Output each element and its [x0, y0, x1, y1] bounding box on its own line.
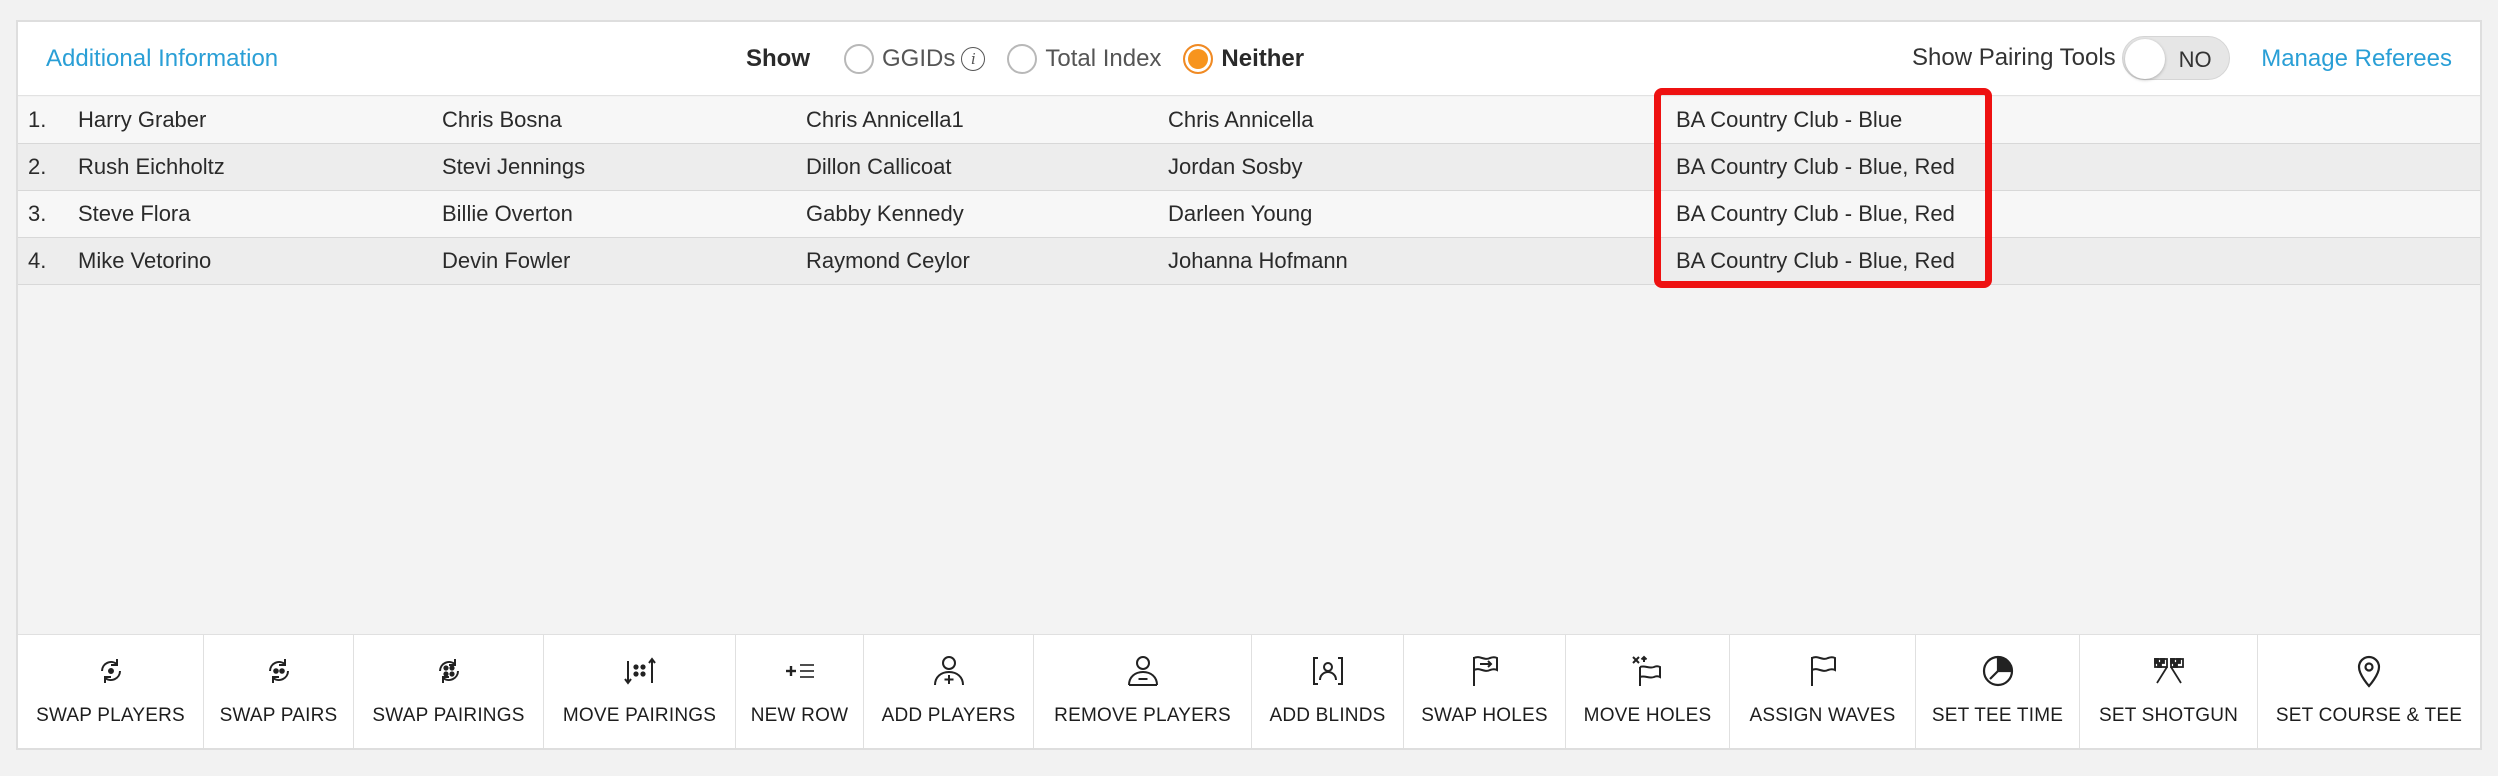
player-cell[interactable]: Harry Graber — [78, 107, 206, 133]
new-row-icon — [780, 651, 820, 691]
radio-ggids-circle[interactable] — [844, 44, 874, 74]
player-cell[interactable]: Rush Eichholtz — [78, 154, 225, 180]
tool-label: ASSIGN WAVES — [1749, 705, 1896, 726]
manage-referees-link[interactable]: Manage Referees — [2261, 45, 2452, 73]
tool-label: SWAP PLAYERS — [36, 705, 185, 726]
radio-neither-label: Neither — [1221, 45, 1305, 72]
set-tee-time-button[interactable]: SET TEE TIME — [1916, 635, 2080, 748]
swap-pairs-icon — [259, 651, 299, 691]
player-cell[interactable]: Johanna Hofmann — [1168, 248, 1348, 274]
move-holes-button[interactable]: MOVE HOLES — [1566, 635, 1730, 748]
player-cell[interactable]: Billie Overton — [442, 201, 573, 227]
pairing-tools-label: Show Pairing Tools — [1912, 44, 2116, 71]
radio-total-index-label: Total Index — [1045, 45, 1162, 72]
player-cell[interactable]: Jordan Sosby — [1168, 154, 1303, 180]
player-cell[interactable]: Chris Annicella1 — [806, 107, 964, 133]
table-row[interactable]: 1. Harry Graber Chris Bosna Chris Annice… — [18, 97, 2480, 144]
pairing-tools-toggle[interactable]: NO — [2121, 36, 2230, 80]
row-number: 2. — [28, 154, 47, 179]
show-options-group: Show GGIDs i Total Index Neither — [746, 42, 1326, 76]
move-pairings-icon — [620, 651, 660, 691]
tool-label: SWAP PAIRS — [219, 705, 338, 726]
player-cell[interactable]: Raymond Ceylor — [806, 248, 970, 274]
swap-pairings-button[interactable]: SWAP PAIRINGS — [354, 635, 544, 748]
move-pairings-button[interactable]: MOVE PAIRINGS — [544, 635, 736, 748]
swap-pairings-icon — [429, 651, 469, 691]
pairing-toolbar: SWAP PLAYERS SWAP PAIRS SWAP PAIRINGS MO… — [18, 634, 2480, 748]
pairings-topbar: Additional Information Show GGIDs i Tota… — [18, 22, 2480, 96]
row-number: 4. — [28, 248, 47, 273]
player-cell[interactable]: Chris Annicella — [1168, 107, 1314, 133]
remove-players-icon — [1123, 651, 1163, 691]
table-row[interactable]: 3. Steve Flora Billie Overton Gabby Kenn… — [18, 191, 2480, 238]
player-cell[interactable]: Devin Fowler — [442, 248, 570, 274]
radio-total-index[interactable]: Total Index — [1007, 44, 1161, 74]
tool-label: ADD PLAYERS — [881, 705, 1016, 726]
swap-players-icon — [91, 651, 131, 691]
info-icon[interactable]: i — [961, 47, 986, 71]
additional-information-link[interactable]: Additional Information — [46, 45, 278, 73]
course-cell: BA Country Club - Blue, Red — [1676, 248, 1955, 273]
player-cell[interactable]: Mike Vetorino — [78, 248, 211, 274]
pairing-tools-control: Show Pairing Tools NO — [1912, 36, 2230, 80]
course-cell: BA Country Club - Blue, Red — [1676, 201, 1955, 226]
tool-label: SET TEE TIME — [1931, 705, 2064, 726]
pairings-panel: Additional Information Show GGIDs i Tota… — [16, 20, 2482, 750]
tool-label: SET COURSE & TEE — [2275, 705, 2463, 726]
radio-neither[interactable]: Neither — [1183, 44, 1304, 74]
toggle-state-text: NO — [2178, 47, 2212, 72]
assign-waves-icon — [1803, 651, 1843, 691]
show-label: Show — [746, 45, 810, 72]
radio-ggids[interactable]: GGIDs i — [844, 44, 986, 74]
row-number: 1. — [28, 107, 47, 132]
swap-players-button[interactable]: SWAP PLAYERS — [18, 635, 204, 748]
tool-label: NEW ROW — [750, 705, 849, 726]
swap-pairs-button[interactable]: SWAP PAIRS — [204, 635, 354, 748]
set-shotgun-button[interactable]: SET SHOTGUN — [2080, 635, 2258, 748]
add-blinds-icon — [1308, 651, 1348, 691]
tool-label: MOVE HOLES — [1583, 705, 1712, 726]
set-tee-time-icon — [1978, 651, 2018, 691]
tool-label: MOVE PAIRINGS — [562, 705, 717, 726]
pairings-table: 1. Harry Graber Chris Bosna Chris Annice… — [18, 97, 2480, 285]
table-row[interactable]: 2. Rush Eichholtz Stevi Jennings Dillon … — [18, 144, 2480, 191]
assign-waves-button[interactable]: ASSIGN WAVES — [1730, 635, 1916, 748]
tool-label: SWAP PAIRINGS — [372, 705, 525, 726]
player-cell[interactable]: Stevi Jennings — [442, 154, 585, 180]
tool-label: ADD BLINDS — [1269, 705, 1386, 726]
tool-label: SWAP HOLES — [1421, 705, 1548, 726]
player-cell[interactable]: Dillon Callicoat — [806, 154, 952, 180]
add-players-button[interactable]: ADD PLAYERS — [864, 635, 1034, 748]
table-row[interactable]: 4. Mike Vetorino Devin Fowler Raymond Ce… — [18, 238, 2480, 285]
swap-holes-button[interactable]: SWAP HOLES — [1404, 635, 1566, 748]
player-cell[interactable]: Darleen Young — [1168, 201, 1312, 227]
set-course-tee-icon — [2349, 651, 2389, 691]
tool-label: SET SHOTGUN — [2098, 705, 2239, 726]
row-number: 3. — [28, 201, 47, 226]
tool-label: REMOVE PLAYERS — [1054, 705, 1231, 726]
radio-total-index-circle[interactable] — [1007, 44, 1038, 74]
course-cell: BA Country Club - Blue, Red — [1676, 154, 1955, 179]
radio-ggids-label: GGIDs — [882, 45, 956, 72]
player-cell[interactable]: Chris Bosna — [442, 107, 562, 133]
set-course-tee-button[interactable]: SET COURSE & TEE — [2258, 635, 2480, 748]
set-shotgun-icon — [2149, 651, 2189, 691]
add-players-icon — [929, 651, 969, 691]
move-holes-icon — [1628, 651, 1668, 691]
add-blinds-button[interactable]: ADD BLINDS — [1252, 635, 1404, 748]
toggle-knob[interactable] — [2124, 39, 2165, 79]
remove-players-button[interactable]: REMOVE PLAYERS — [1034, 635, 1252, 748]
swap-holes-icon — [1465, 651, 1505, 691]
course-cell: BA Country Club - Blue — [1676, 107, 1903, 132]
new-row-button[interactable]: NEW ROW — [736, 635, 864, 748]
player-cell[interactable]: Steve Flora — [78, 201, 191, 227]
radio-neither-circle[interactable] — [1183, 44, 1214, 74]
player-cell[interactable]: Gabby Kennedy — [806, 201, 964, 227]
